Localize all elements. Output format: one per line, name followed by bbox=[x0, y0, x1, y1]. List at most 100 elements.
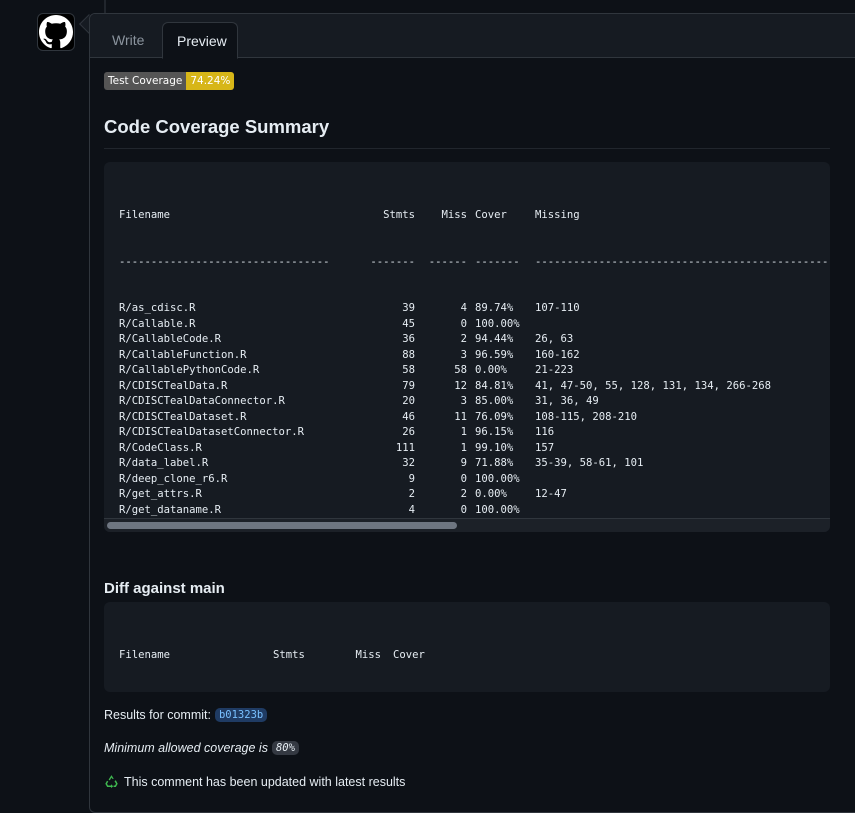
cell-filename: R/CDISCTealDataConnector.R bbox=[119, 395, 285, 407]
cell-missing bbox=[525, 472, 535, 488]
cell-missing: 21-223 bbox=[535, 364, 574, 376]
cell-cover: 100.00% bbox=[475, 317, 520, 330]
table-row: R/CallablePythonCode.R 58 58 0.00% 21-223 bbox=[119, 363, 830, 379]
avatar[interactable] bbox=[37, 13, 75, 51]
header-filename: Filename bbox=[119, 209, 171, 221]
cell-filename: R/get_attrs.R bbox=[119, 488, 202, 500]
comment-editor: Write Preview Test Coverage 74.24% Code … bbox=[89, 13, 855, 813]
coverage-badge: Test Coverage 74.24% bbox=[104, 72, 235, 90]
cell-cover: 0.00% bbox=[475, 488, 507, 500]
cell-missing: 160-162 bbox=[535, 348, 580, 361]
cell-miss: 0 bbox=[460, 503, 467, 516]
header-missing: Missing bbox=[535, 209, 580, 221]
tab-preview[interactable]: Preview bbox=[162, 22, 238, 59]
cell-missing: 116 bbox=[535, 426, 555, 438]
cell-filename: R/data_label.R bbox=[119, 457, 209, 469]
summary-separator-row: --------------------------------- ------… bbox=[119, 255, 830, 271]
cell-filename: R/CDISCTealDataset.R bbox=[119, 410, 247, 423]
updated-text: This comment has been updated with lates… bbox=[124, 774, 406, 789]
table-row: R/CodeClass.R 111 1 99.10% 157 bbox=[119, 441, 830, 457]
horizontal-scrollbar[interactable] bbox=[104, 518, 830, 532]
cell-stmts: 45 bbox=[402, 317, 415, 330]
header-stmts: Stmts bbox=[383, 209, 415, 221]
table-row: R/as_cdisc.R 39 4 89.74% 107-110 bbox=[119, 301, 830, 317]
cell-cover: 89.74% bbox=[475, 302, 514, 314]
cell-miss: 12 bbox=[454, 379, 467, 392]
cell-filename: R/CallableCode.R bbox=[119, 333, 222, 345]
cell-filename: R/CallablePythonCode.R bbox=[119, 364, 260, 376]
table-row: R/CallableCode.R 36 2 94.44% 26, 63 bbox=[119, 332, 830, 348]
cell-missing: 26, 63 bbox=[535, 333, 574, 345]
coverage-badge-value: 74.24% bbox=[186, 72, 235, 90]
table-row: R/get_dataname.R 4 0 100.00% bbox=[119, 503, 830, 519]
table-row: R/deep_clone_r6.R 9 0 100.00% bbox=[119, 472, 830, 488]
cell-missing bbox=[525, 503, 535, 519]
cell-miss: 11 bbox=[454, 410, 467, 423]
cell-stmts: 26 bbox=[402, 426, 415, 438]
diff-header-miss: Miss bbox=[355, 649, 381, 661]
cell-cover: 84.81% bbox=[475, 379, 514, 392]
separator-filename: --------------------------------- bbox=[119, 255, 330, 268]
cell-missing: 35-39, 58-61, 101 bbox=[535, 457, 644, 469]
cell-filename: R/CallableFunction.R bbox=[119, 348, 247, 361]
diff-header-filename: Filename bbox=[119, 649, 171, 661]
results-line: Results for commit: b01323b bbox=[104, 708, 268, 722]
cell-miss: 0 bbox=[460, 472, 467, 485]
scrollbar-thumb[interactable] bbox=[107, 522, 457, 529]
summary-code-block[interactable]: Filename Stmts Miss Cover Missing ------… bbox=[104, 162, 830, 532]
table-row: R/CDISCTealDatasetConnector.R 26 1 96.15% 11… bbox=[119, 425, 830, 441]
results-label: Results for commit: bbox=[104, 708, 211, 722]
cell-cover: 94.44% bbox=[475, 333, 514, 345]
commit-link[interactable]: b01323b bbox=[214, 708, 268, 722]
github-mark-icon bbox=[39, 15, 73, 49]
cell-stmts: 46 bbox=[402, 410, 415, 423]
table-row: R/data_label.R 32 9 71.88% 35-39, 58-61, 101 bbox=[119, 456, 830, 472]
cell-missing: 12-47 bbox=[535, 488, 567, 500]
separator-miss: ------ bbox=[428, 255, 467, 268]
table-row: R/CDISCTealData.R 79 12 84.81% 41, 47-50, 55… bbox=[119, 379, 830, 395]
cell-missing: 107-110 bbox=[535, 302, 580, 314]
cell-miss: 0 bbox=[460, 317, 467, 330]
summary-table: Filename Stmts Miss Cover Missing ------… bbox=[119, 177, 830, 532]
separator-stmts: ------- bbox=[370, 255, 415, 268]
cell-filename: R/CodeClass.R bbox=[119, 441, 202, 454]
summary-header-row: Filename Stmts Miss Cover Missing bbox=[119, 208, 830, 224]
cell-missing: 157 bbox=[535, 441, 555, 454]
cell-cover: 71.88% bbox=[475, 457, 514, 469]
cell-miss: 1 bbox=[460, 426, 467, 438]
cell-missing: 108-115, 208-210 bbox=[535, 410, 638, 423]
cell-stmts: 79 bbox=[402, 379, 415, 392]
tab-write[interactable]: Write bbox=[98, 22, 158, 58]
cell-miss: 58 bbox=[454, 364, 467, 376]
diff-header-row: Filename Stmts Miss Cover bbox=[119, 648, 441, 664]
minimum-value: 80% bbox=[271, 741, 299, 755]
header-miss: Miss bbox=[441, 209, 467, 221]
diff-code-block: Filename Stmts Miss Cover --------------… bbox=[104, 602, 830, 692]
cell-miss: 3 bbox=[460, 395, 467, 407]
table-row: R/CDISCTealDataConnector.R 20 3 85.00% 31, 3… bbox=[119, 394, 830, 410]
cell-stmts: 20 bbox=[402, 395, 415, 407]
cell-cover: 85.00% bbox=[475, 395, 514, 407]
summary-title: Code Coverage Summary bbox=[104, 116, 830, 149]
cell-stmts: 111 bbox=[395, 441, 415, 454]
cell-miss: 2 bbox=[460, 333, 467, 345]
cell-stmts: 88 bbox=[402, 348, 415, 361]
cell-miss: 1 bbox=[460, 441, 467, 454]
separator-cover: ------- bbox=[475, 255, 520, 268]
cell-missing: 31, 36, 49 bbox=[535, 395, 599, 407]
cell-missing: 41, 47-50, 55, 128, 131, 134, 266-268 bbox=[535, 379, 771, 392]
cell-miss: 4 bbox=[460, 302, 467, 314]
table-row: R/CallableFunction.R 88 3 96.59% 160-162 bbox=[119, 348, 830, 364]
cell-stmts: 39 bbox=[402, 302, 415, 314]
cell-miss: 2 bbox=[460, 488, 467, 500]
table-row: R/CDISCTealDataset.R 46 11 76.09% 108-115, 2… bbox=[119, 410, 830, 426]
cell-cover: 96.15% bbox=[475, 426, 514, 438]
cell-filename: R/get_dataname.R bbox=[119, 503, 222, 516]
minimum-label: Minimum allowed coverage is bbox=[104, 741, 268, 755]
coverage-badge-label: Test Coverage bbox=[104, 72, 187, 90]
cell-cover: 100.00% bbox=[475, 503, 520, 516]
cell-cover: 100.00% bbox=[475, 472, 520, 485]
diff-header-stmts: Stmts bbox=[273, 649, 305, 661]
cell-stmts: 4 bbox=[408, 503, 415, 516]
separator-missing: ----------------------------------------… bbox=[535, 255, 830, 268]
